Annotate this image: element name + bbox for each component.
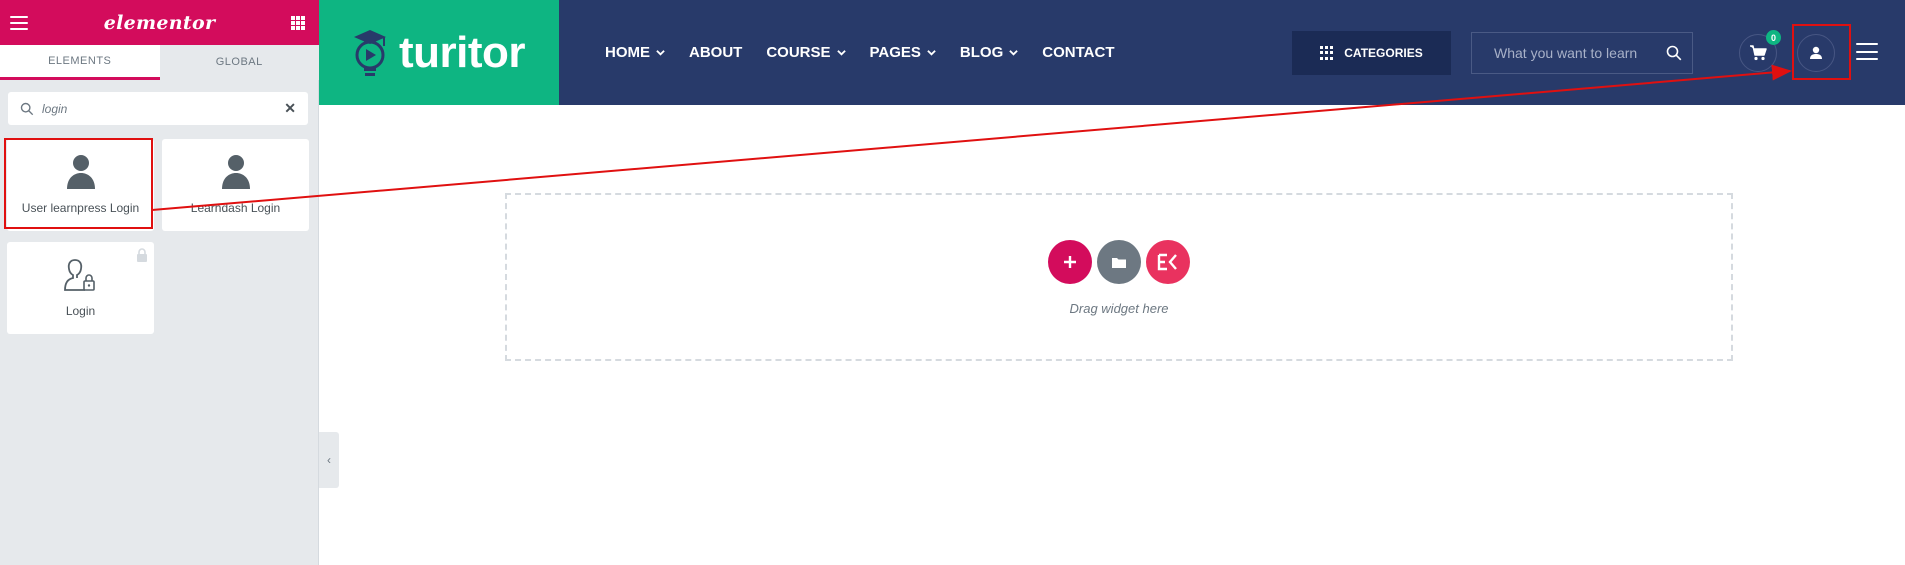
nav-label: HOME <box>605 44 650 61</box>
search-placeholder: What you want to learn <box>1494 45 1638 61</box>
search-value: login <box>42 101 68 116</box>
chevron-down-icon <box>927 50 936 56</box>
elementor-panel: elementor ELEMENTS GLOBAL login ✕ User l… <box>0 0 319 565</box>
widget-label: Login <box>65 304 96 318</box>
nav-label: PAGES <box>869 44 921 61</box>
panel-menu-icon[interactable] <box>10 15 28 30</box>
widgets-grid-icon[interactable] <box>291 15 305 30</box>
elementor-logo: elementor <box>103 11 216 34</box>
widget-label: Learndash Login <box>190 201 281 215</box>
plus-icon <box>1064 256 1076 268</box>
bulb-grad-cap-icon <box>354 29 386 76</box>
elementskit-button[interactable] <box>1146 240 1190 284</box>
user-icon <box>221 155 250 189</box>
nav-course[interactable]: COURSE <box>766 44 846 61</box>
categories-button[interactable]: CATEGORIES <box>1292 31 1451 75</box>
add-section-button[interactable] <box>1048 240 1092 284</box>
nav-contact[interactable]: CONTACT <box>1042 44 1114 61</box>
site-search-input[interactable]: What you want to learn <box>1471 32 1693 74</box>
offcanvas-menu-icon[interactable] <box>1856 43 1878 60</box>
nav-home[interactable]: HOME <box>605 44 665 61</box>
folder-icon <box>1112 257 1126 268</box>
cart-icon <box>1750 45 1767 61</box>
chevron-down-icon <box>836 50 846 56</box>
nav-label: BLOG <box>959 44 1004 61</box>
drag-widget-hint: Drag widget here <box>1069 301 1169 316</box>
cart-count-badge: 0 <box>1766 30 1781 45</box>
nav-about[interactable]: ABOUT <box>689 44 742 61</box>
elementskit-icon <box>1157 253 1177 271</box>
user-account-button[interactable] <box>1797 34 1835 72</box>
widget-dropzone[interactable]: Drag widget here <box>505 193 1733 361</box>
widget-user-learnpress-login[interactable]: User learnpress Login <box>7 139 154 231</box>
search-icon <box>20 102 34 115</box>
widget-learndash-login[interactable]: Learndash Login <box>162 139 309 231</box>
nav-blog[interactable]: BLOG <box>959 44 1019 61</box>
panel-header: elementor <box>0 0 319 45</box>
site-logo[interactable]: turitor <box>319 0 559 105</box>
clear-search-icon[interactable]: ✕ <box>284 100 296 117</box>
grid-icon <box>1320 46 1334 60</box>
tab-elements[interactable]: ELEMENTS <box>0 45 160 80</box>
widget-login[interactable]: Login <box>7 242 154 334</box>
chevron-down-icon <box>1009 50 1019 56</box>
main-nav: HOME ABOUT COURSE PAGES BLOG CONTACT <box>605 0 1138 105</box>
panel-tabs: ELEMENTS GLOBAL <box>0 45 319 80</box>
site-header: turitor HOME ABOUT COURSE PAGES BLOG CON… <box>319 0 1905 105</box>
add-template-button[interactable] <box>1097 240 1141 284</box>
chevron-down-icon <box>656 50 665 56</box>
nav-label: COURSE <box>766 44 831 61</box>
editor-screen: elementor ELEMENTS GLOBAL login ✕ User l… <box>0 0 1905 565</box>
logo-text: turitor <box>399 27 526 77</box>
nav-label: ABOUT <box>689 44 743 61</box>
user-lock-icon <box>63 259 95 291</box>
search-icon[interactable] <box>1666 45 1682 61</box>
widget-label: User learnpress Login <box>21 201 140 215</box>
user-icon <box>66 155 95 189</box>
widget-search-input[interactable]: login ✕ <box>8 92 308 125</box>
user-icon <box>1810 46 1822 59</box>
tab-global[interactable]: GLOBAL <box>159 45 319 80</box>
categories-label: CATEGORIES <box>1344 46 1423 60</box>
lock-icon <box>137 248 147 262</box>
collapse-panel-button[interactable]: ‹ <box>319 432 339 488</box>
dropzone-actions <box>1048 240 1195 284</box>
nav-label: CONTACT <box>1042 44 1115 61</box>
nav-pages[interactable]: PAGES <box>870 44 936 61</box>
